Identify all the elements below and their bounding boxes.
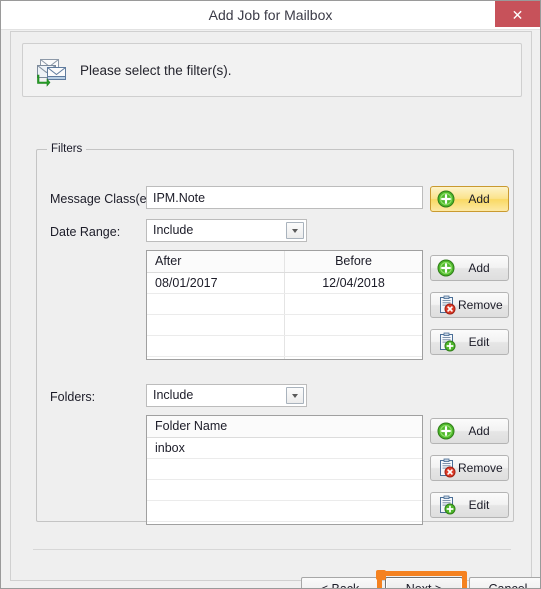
back-button[interactable]: < Back	[301, 577, 379, 589]
cell-after	[147, 293, 285, 315]
folders-edit-button[interactable]: Edit	[430, 492, 509, 518]
add-circle-icon	[437, 422, 455, 440]
cell-before: 12/04/2018	[284, 272, 422, 294]
cell-after: 08/01/2017	[147, 272, 285, 294]
next-button-label: Next >	[405, 582, 443, 589]
table-row[interactable]	[147, 500, 422, 522]
folders-add-button[interactable]: Add	[430, 418, 509, 444]
column-header-before: Before	[284, 251, 422, 273]
add-circle-icon	[437, 190, 455, 208]
date-range-remove-label: Remove	[458, 298, 503, 312]
date-range-mode-value: Include	[153, 223, 194, 237]
folders-remove-button[interactable]: Remove	[430, 455, 509, 481]
table-row[interactable]	[147, 521, 422, 524]
date-range-table: After Before 08/01/2017 12/04/2018	[147, 251, 422, 359]
instruction-banner: Please select the filter(s).	[22, 43, 522, 97]
window-title: Add Job for Mailbox	[208, 7, 333, 23]
folders-table: Folder Name inbox	[147, 416, 422, 524]
cell-folder-name: inbox	[147, 437, 422, 459]
edit-document-icon	[440, 495, 456, 515]
column-header-folder-name: Folder Name	[147, 416, 422, 438]
message-class-input[interactable]	[146, 186, 423, 209]
message-class-add-button[interactable]: Add	[430, 186, 509, 212]
folders-add-label: Add	[468, 424, 490, 438]
instruction-text: Please select the filter(s).	[80, 63, 232, 78]
cell-before	[284, 314, 422, 336]
cell-after	[147, 314, 285, 336]
table-row[interactable]	[147, 356, 422, 359]
cell-before	[284, 335, 422, 357]
chevron-down-icon[interactable]	[286, 387, 304, 404]
date-range-add-button[interactable]: Add	[430, 255, 509, 281]
next-button[interactable]: Next >	[385, 577, 463, 589]
folders-remove-label: Remove	[458, 461, 503, 475]
chevron-down-icon[interactable]	[286, 222, 304, 239]
folders-mode-select[interactable]: Include	[146, 384, 307, 407]
table-row[interactable]	[147, 314, 422, 336]
folders-edit-label: Edit	[468, 498, 490, 512]
cell-after	[147, 335, 285, 357]
cell-folder-name	[147, 479, 422, 501]
table-row[interactable]	[147, 335, 422, 357]
folders-label: Folders:	[50, 390, 96, 404]
date-range-mode-select[interactable]: Include	[146, 219, 307, 242]
mail-import-icon	[37, 59, 66, 87]
folders-mode-value: Include	[153, 388, 194, 402]
message-class-add-label: Add	[468, 192, 490, 206]
message-class-label: Message Class(es):	[50, 192, 161, 206]
column-header-after: After	[147, 251, 285, 273]
dialog-window: Add Job for Mailbox ✕ Please select the …	[0, 0, 541, 589]
folders-grid[interactable]: Folder Name inbox	[146, 415, 423, 525]
title-bar: Add Job for Mailbox ✕	[1, 1, 540, 30]
table-row[interactable]: 08/01/2017 12/04/2018	[147, 272, 422, 294]
date-range-label: Date Range:	[50, 225, 121, 239]
date-range-edit-button[interactable]: Edit	[430, 329, 509, 355]
cell-before	[284, 293, 422, 315]
remove-document-icon	[440, 295, 456, 315]
filters-groupbox: Filters Message Class(es): Add Date Rang…	[36, 142, 514, 525]
dialog-body: Please select the filter(s). Filters Mes…	[10, 31, 540, 588]
table-row[interactable]: inbox	[147, 437, 422, 459]
filters-legend: Filters	[47, 142, 87, 156]
cell-before	[284, 356, 422, 359]
cell-after	[147, 356, 285, 359]
back-button-label: < Back	[320, 582, 360, 589]
date-range-grid[interactable]: After Before 08/01/2017 12/04/2018	[146, 250, 423, 360]
cell-folder-name	[147, 458, 422, 480]
remove-document-icon	[440, 458, 456, 478]
date-range-edit-label: Edit	[468, 335, 490, 349]
footer-divider	[33, 549, 511, 550]
table-row[interactable]	[147, 293, 422, 315]
cancel-button[interactable]: Cancel	[469, 577, 540, 588]
cell-folder-name	[147, 521, 422, 524]
table-row[interactable]	[147, 458, 422, 480]
table-row[interactable]	[147, 479, 422, 501]
edit-document-icon	[440, 332, 456, 352]
cell-folder-name	[147, 500, 422, 522]
add-circle-icon	[437, 259, 455, 277]
close-icon[interactable]: ✕	[495, 1, 540, 27]
table-header-row: Folder Name	[147, 416, 422, 438]
table-header-row: After Before	[147, 251, 422, 273]
date-range-add-label: Add	[468, 261, 490, 275]
date-range-remove-button[interactable]: Remove	[430, 292, 509, 318]
